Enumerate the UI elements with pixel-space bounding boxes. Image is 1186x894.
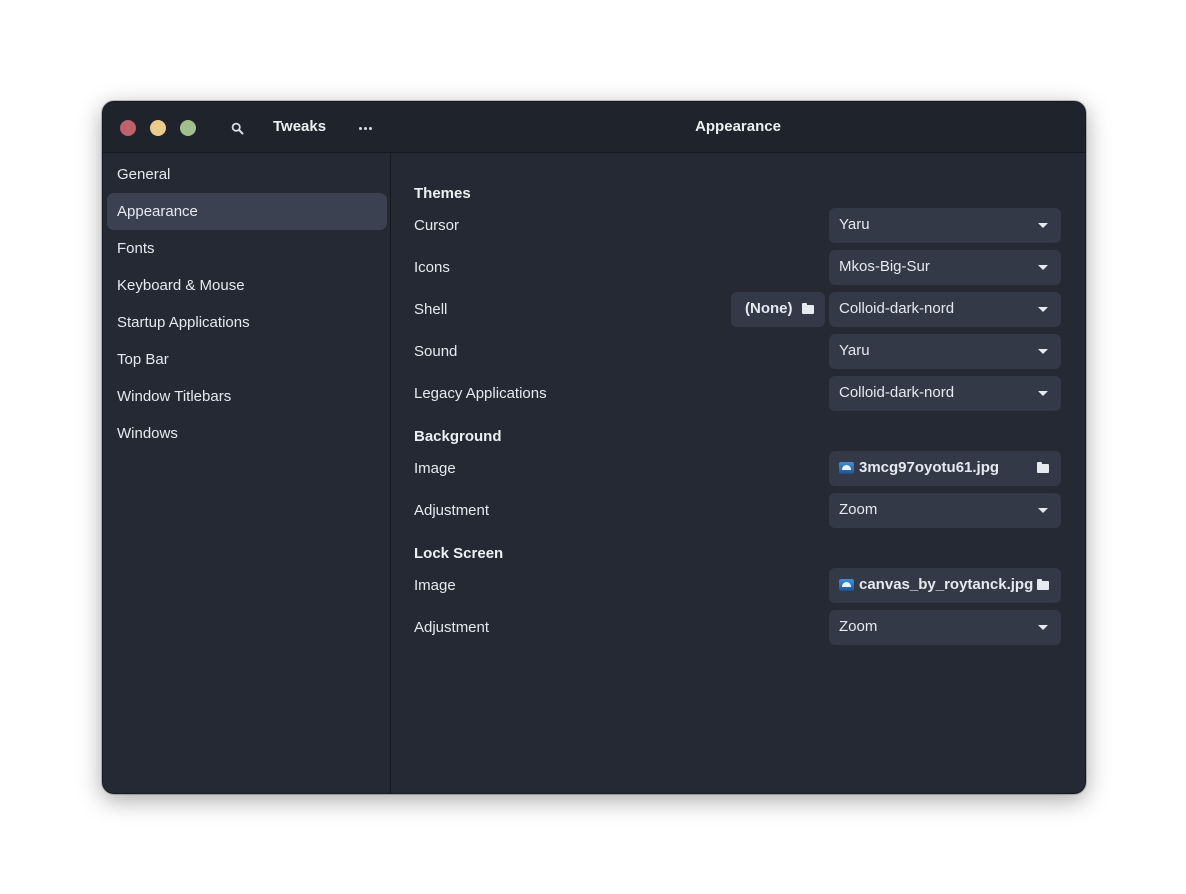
- shell-theme-file-button[interactable]: (None): [731, 292, 825, 327]
- sidebar-item-fonts[interactable]: Fonts: [107, 230, 387, 267]
- tweaks-window: Tweaks Appearance General Appearance Fon…: [102, 101, 1086, 794]
- minimize-button[interactable]: [150, 120, 166, 136]
- shell-theme-file-value: (None): [745, 300, 793, 317]
- more-horizontal-icon: [359, 127, 362, 130]
- header-bar: Tweaks Appearance: [103, 102, 1085, 153]
- search-icon: [231, 122, 244, 135]
- sidebar-item-windows[interactable]: Windows: [107, 415, 387, 452]
- cursor-theme-value: Yaru: [839, 216, 870, 233]
- search-button[interactable]: [223, 115, 251, 141]
- sidebar-item-startup-applications[interactable]: Startup Applications: [107, 304, 387, 341]
- background-adjustment-value: Zoom: [839, 501, 878, 518]
- lock-screen-image-label: Image: [414, 577, 456, 594]
- lock-screen-adjustment-value: Zoom: [839, 618, 878, 635]
- pan-down-icon: [1038, 223, 1048, 228]
- image-file-icon: [839, 462, 854, 474]
- folder-icon: [802, 303, 814, 314]
- icon-theme-value: Mkos-Big-Sur: [839, 258, 930, 275]
- appearance-panel: Themes Cursor Yaru Icons Mkos-Big-Sur Sh…: [391, 153, 1085, 793]
- pan-down-icon: [1038, 349, 1048, 354]
- icons-label: Icons: [414, 259, 450, 276]
- folder-icon: [1037, 462, 1049, 473]
- section-heading-lock-screen: Lock Screen: [414, 545, 504, 562]
- background-image-file-button[interactable]: 3mcg97oyotu61.jpg: [829, 451, 1061, 486]
- sidebar-item-top-bar[interactable]: Top Bar: [107, 341, 387, 378]
- close-button[interactable]: [120, 120, 136, 136]
- pan-down-icon: [1038, 625, 1048, 630]
- legacy-theme-value: Colloid-dark-nord: [839, 384, 955, 401]
- sidebar-item-general[interactable]: General: [107, 156, 387, 193]
- background-image-label: Image: [414, 460, 456, 477]
- pan-down-icon: [1038, 307, 1048, 312]
- shell-label: Shell: [414, 301, 448, 318]
- lock-screen-adjustment-dropdown[interactable]: Zoom: [829, 610, 1061, 645]
- icon-theme-dropdown[interactable]: Mkos-Big-Sur: [829, 250, 1061, 285]
- page-title: Appearance: [695, 118, 781, 135]
- lock-screen-image-filename: canvas_by_roytanck.jpg: [859, 576, 1034, 593]
- pan-down-icon: [1038, 265, 1048, 270]
- cursor-theme-dropdown[interactable]: Yaru: [829, 208, 1061, 243]
- background-adjustment-dropdown[interactable]: Zoom: [829, 493, 1061, 528]
- sound-theme-dropdown[interactable]: Yaru: [829, 334, 1061, 369]
- background-image-filename: 3mcg97oyotu61.jpg: [859, 459, 1000, 476]
- sidebar: General Appearance Fonts Keyboard & Mous…: [103, 153, 391, 793]
- image-file-icon: [839, 579, 854, 591]
- section-heading-background: Background: [414, 428, 502, 445]
- lock-screen-image-file-button[interactable]: canvas_by_roytanck.jpg: [829, 568, 1061, 603]
- section-heading-themes: Themes: [414, 185, 471, 202]
- shell-theme-value: Colloid-dark-nord: [839, 300, 955, 317]
- shell-theme-dropdown[interactable]: Colloid-dark-nord: [829, 292, 1061, 327]
- main-menu-button[interactable]: [353, 115, 379, 141]
- cursor-label: Cursor: [414, 217, 460, 234]
- legacy-applications-label: Legacy Applications: [414, 385, 547, 402]
- maximize-button[interactable]: [180, 120, 196, 136]
- app-title: Tweaks: [273, 118, 327, 135]
- sound-theme-value: Yaru: [839, 342, 870, 359]
- sidebar-item-window-titlebars[interactable]: Window Titlebars: [107, 378, 387, 415]
- pan-down-icon: [1038, 391, 1048, 396]
- lock-screen-adjustment-label: Adjustment: [414, 619, 490, 636]
- sidebar-item-appearance[interactable]: Appearance: [107, 193, 387, 230]
- background-adjustment-label: Adjustment: [414, 502, 490, 519]
- sound-label: Sound: [414, 343, 458, 360]
- pan-down-icon: [1038, 508, 1048, 513]
- legacy-theme-dropdown[interactable]: Colloid-dark-nord: [829, 376, 1061, 411]
- folder-icon: [1037, 579, 1049, 590]
- sidebar-item-keyboard-mouse[interactable]: Keyboard & Mouse: [107, 267, 387, 304]
